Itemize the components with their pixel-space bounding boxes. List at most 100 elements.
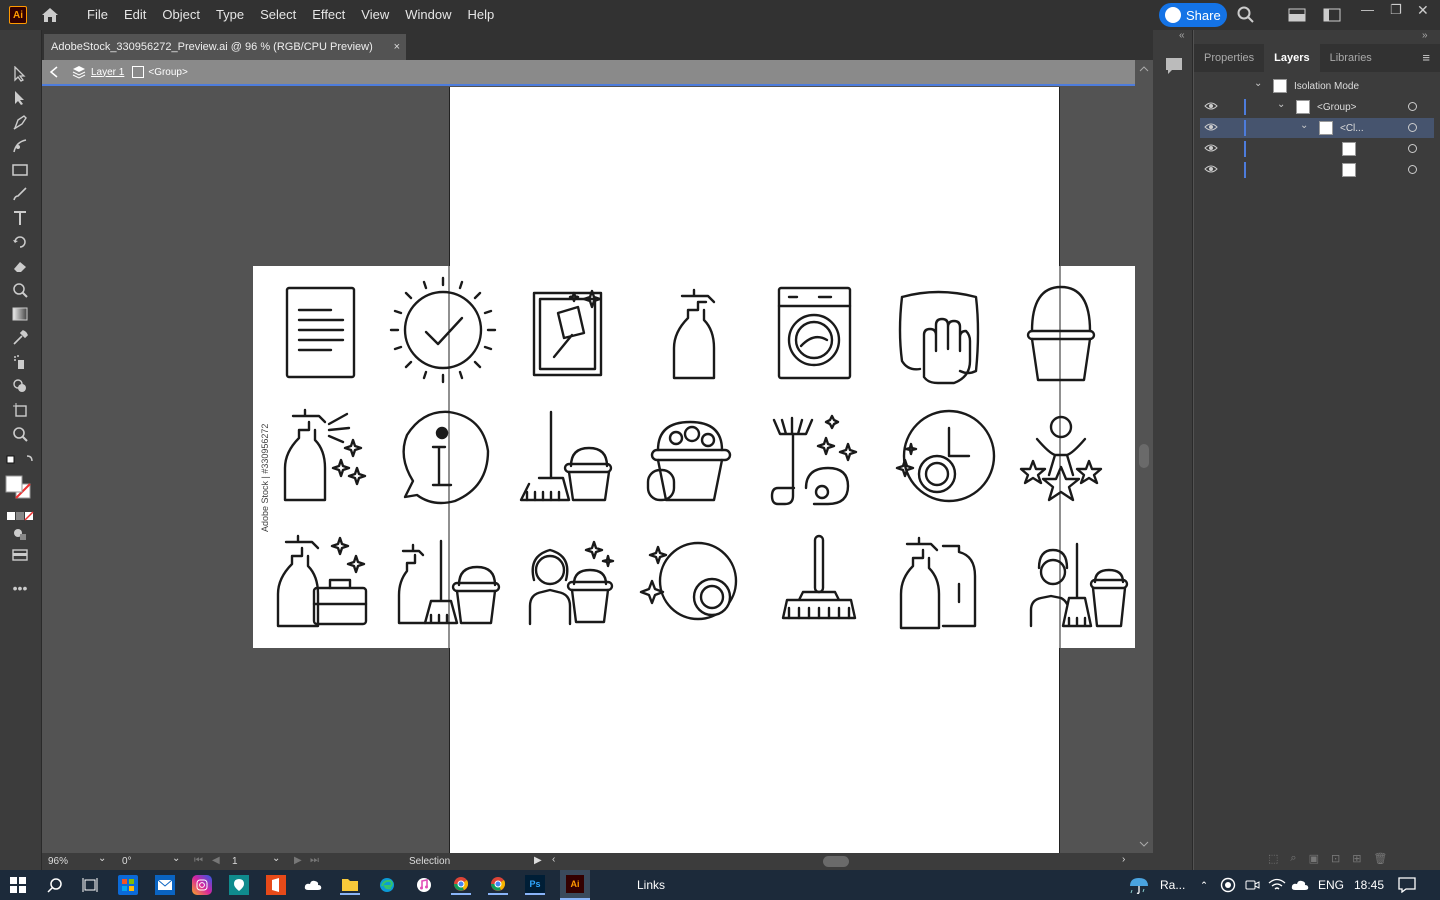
chrome-profile-icon[interactable]: [488, 875, 508, 895]
first-artboard-icon[interactable]: ⏮: [194, 855, 203, 866]
visibility-eye-icon[interactable]: [1204, 122, 1218, 135]
symbol-sprayer-tool-icon[interactable]: [10, 352, 30, 372]
weather-label[interactable]: Ra...: [1160, 870, 1185, 900]
comments-icon[interactable]: [1164, 56, 1184, 81]
menu-file[interactable]: File: [79, 0, 116, 30]
file-explorer-icon[interactable]: [340, 875, 360, 895]
icon-sheet-artwork[interactable]: Adobe Stock | #330956272: [253, 265, 1135, 649]
chevron-down-icon[interactable]: ⌄: [1300, 120, 1308, 131]
chevron-up-icon[interactable]: ⌃: [1194, 875, 1214, 895]
selection-tool-icon[interactable]: [10, 64, 30, 84]
layer-name[interactable]: <Group>: [1317, 102, 1356, 113]
workspace-switcher-icon[interactable]: [1323, 8, 1341, 27]
menu-type[interactable]: Type: [208, 0, 252, 30]
fill-stroke-swatches[interactable]: [4, 474, 36, 502]
artboard-tool-icon[interactable]: [10, 400, 30, 420]
onedrive-tray-icon[interactable]: [1290, 875, 1310, 895]
zoom-tool-icon[interactable]: [10, 424, 30, 444]
type-tool-icon[interactable]: [10, 208, 30, 228]
layer-row-path[interactable]: [1200, 139, 1434, 159]
meet-now-icon[interactable]: [1242, 875, 1262, 895]
tab-layers[interactable]: Layers: [1264, 44, 1320, 72]
visibility-eye-icon[interactable]: [1204, 164, 1218, 177]
onedrive-icon[interactable]: [303, 875, 323, 895]
export-icon[interactable]: ⬚: [1268, 852, 1278, 865]
new-layer-icon[interactable]: ⊞: [1352, 852, 1361, 865]
tab-libraries[interactable]: Libraries: [1320, 44, 1382, 72]
layer-row-clip-group[interactable]: ⌄ <Cl...: [1200, 118, 1434, 138]
chrome-icon[interactable]: [451, 875, 471, 895]
taskbar-links-toolbar[interactable]: Links: [637, 870, 665, 900]
menu-view[interactable]: View: [353, 0, 397, 30]
layer-row-compound[interactable]: [1200, 160, 1434, 180]
hscroll-left-icon[interactable]: ‹: [552, 854, 555, 865]
rectangle-tool-icon[interactable]: [10, 160, 30, 180]
task-view-icon[interactable]: [80, 875, 100, 895]
panel-collapse-icon[interactable]: »: [1422, 30, 1428, 41]
layer-name[interactable]: Isolation Mode: [1294, 81, 1359, 92]
status-mode-label[interactable]: Selection: [409, 856, 450, 867]
canvas[interactable]: Adobe Stock | #330956272: [42, 87, 1135, 853]
layer-name[interactable]: <Cl...: [1340, 123, 1364, 134]
paintbrush-tool-icon[interactable]: [10, 184, 30, 204]
chevron-down-icon[interactable]: ⌄: [1254, 78, 1262, 89]
visibility-eye-icon[interactable]: [1204, 101, 1218, 114]
restore-icon[interactable]: ❐: [1390, 2, 1402, 18]
eraser-tool-icon[interactable]: [10, 256, 30, 276]
collapse-panels-icon[interactable]: «: [1179, 30, 1185, 41]
isolation-layer-label[interactable]: Layer 1: [91, 67, 124, 78]
document-tab[interactable]: AdobeStock_330956272_Preview.ai @ 96 % (…: [44, 34, 406, 60]
photoshop-icon[interactable]: Ps: [525, 875, 545, 895]
new-sublayer-icon[interactable]: ⊡: [1331, 852, 1340, 865]
chevron-down-icon[interactable]: ⌄: [1277, 99, 1285, 110]
search-icon[interactable]: [1237, 6, 1255, 29]
isolation-group-label[interactable]: <Group>: [148, 67, 187, 78]
tab-properties[interactable]: Properties: [1194, 44, 1264, 72]
curvature-tool-icon[interactable]: [10, 136, 30, 156]
status-menu-arrow-icon[interactable]: ▶: [534, 855, 542, 866]
instagram-icon[interactable]: [192, 875, 212, 895]
screen-mode-icon[interactable]: [10, 546, 30, 566]
direct-selection-tool-icon[interactable]: [10, 88, 30, 108]
windows-start-icon[interactable]: [8, 875, 28, 895]
menu-window[interactable]: Window: [397, 0, 459, 30]
menu-object[interactable]: Object: [154, 0, 208, 30]
language-indicator[interactable]: ENG: [1318, 870, 1344, 900]
illustrator-taskbar-icon[interactable]: Ai: [560, 870, 590, 900]
panel-menu-icon[interactable]: ≡: [1412, 44, 1440, 72]
layer-row-group[interactable]: ⌄ <Group>: [1200, 97, 1434, 117]
maps-icon[interactable]: [229, 875, 249, 895]
delete-layer-icon[interactable]: 🗑: [1373, 852, 1387, 865]
clock[interactable]: 18:45: [1354, 870, 1384, 900]
wifi-icon[interactable]: [1267, 875, 1287, 895]
last-artboard-icon[interactable]: ⏭: [310, 855, 319, 866]
menu-select[interactable]: Select: [252, 0, 304, 30]
prev-artboard-icon[interactable]: ◀: [212, 855, 220, 866]
hscroll-right-icon[interactable]: ›: [1122, 854, 1125, 865]
close-tab-icon[interactable]: ×: [394, 34, 400, 60]
layer-row-isolation[interactable]: ⌄ Isolation Mode: [1200, 76, 1434, 96]
shape-builder-tool-icon[interactable]: [10, 376, 30, 396]
rotation-dropdown-icon[interactable]: ⌄: [172, 853, 180, 864]
notifications-icon[interactable]: [1397, 875, 1417, 895]
target-circle-icon[interactable]: [1408, 144, 1417, 153]
eyedropper-tool-icon[interactable]: [10, 328, 30, 348]
menu-effect[interactable]: Effect: [304, 0, 353, 30]
clipping-mask-icon[interactable]: ▣: [1309, 852, 1319, 865]
rotation-field[interactable]: 0°: [122, 856, 132, 867]
swap-colors-icon[interactable]: [4, 450, 36, 470]
minimize-icon[interactable]: —: [1361, 2, 1374, 17]
search-icon[interactable]: [45, 875, 65, 895]
weather-rain-icon[interactable]: [1128, 875, 1148, 895]
record-icon[interactable]: [1218, 875, 1238, 895]
zoom-field[interactable]: 96%: [48, 856, 68, 867]
target-circle-icon[interactable]: [1408, 123, 1417, 132]
target-circle-icon[interactable]: [1408, 165, 1417, 174]
target-circle-icon[interactable]: [1408, 102, 1417, 111]
home-icon[interactable]: [39, 5, 61, 25]
back-arrow-icon[interactable]: [48, 65, 62, 79]
next-artboard-icon[interactable]: ▶: [294, 855, 302, 866]
arrange-documents-icon[interactable]: [1288, 8, 1306, 27]
more-tools-icon[interactable]: •••: [10, 578, 30, 598]
rotate-tool-icon[interactable]: [10, 232, 30, 252]
